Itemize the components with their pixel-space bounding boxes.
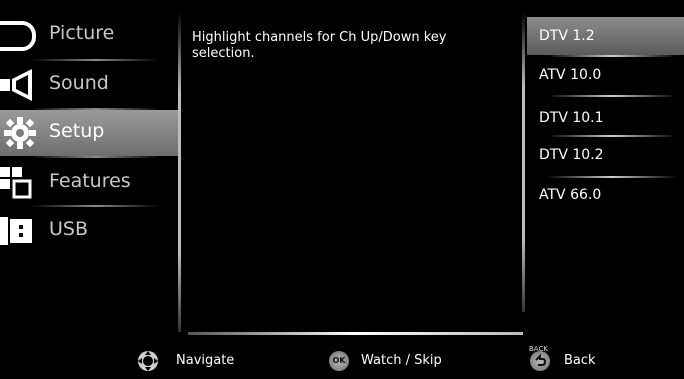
right-divider <box>522 12 525 312</box>
channel-label: DTV 1.2 <box>539 28 595 44</box>
sidebar-item-label: Sound <box>49 72 109 94</box>
channel-list: DTV 1.2 ATV 10.0 DTV 10.1 DTV 10.2 ATV 6… <box>527 15 684 333</box>
help-text: Highlight channels for Ch Up/Down key se… <box>192 30 447 61</box>
sidebar-item-sound[interactable]: Sound <box>0 62 180 108</box>
picture-icon <box>0 21 36 51</box>
channel-label: ATV 10.0 <box>539 67 602 83</box>
back-label: Back <box>564 353 596 368</box>
usb-icon <box>0 217 32 245</box>
divider <box>30 156 160 158</box>
speaker-icon <box>0 69 32 101</box>
content-underline <box>188 332 523 335</box>
sidebar-item-picture[interactable]: Picture <box>0 12 180 58</box>
back-icon <box>530 351 550 371</box>
gear-icon <box>4 117 36 149</box>
channel-item[interactable]: ATV 10.0 <box>527 56 684 94</box>
sidebar-item-label: USB <box>49 218 89 240</box>
sidebar-item-setup[interactable]: Setup <box>0 110 180 156</box>
footer-hints: Navigate OK Watch / Skip BACK Back <box>0 345 684 377</box>
ok-icon-text: OK <box>332 356 346 365</box>
settings-sidebar: Picture Sound Setup Features USB <box>0 12 180 334</box>
watch-skip-label: Watch / Skip <box>361 353 442 368</box>
sidebar-item-features[interactable]: Features <box>0 160 180 206</box>
channel-item[interactable]: ATV 66.0 <box>527 176 684 214</box>
sidebar-item-label: Setup <box>49 120 105 142</box>
divider <box>547 95 677 97</box>
divider <box>30 205 160 207</box>
sidebar-item-label: Features <box>49 170 131 192</box>
sidebar-item-usb[interactable]: USB <box>0 208 180 254</box>
navigate-dpad-icon <box>138 351 158 371</box>
channel-label: ATV 66.0 <box>539 187 602 203</box>
navigate-label: Navigate <box>176 353 235 368</box>
ok-button-icon: OK <box>329 351 349 371</box>
channel-item[interactable]: DTV 10.1 <box>527 99 684 137</box>
return-arrow-icon <box>535 353 547 366</box>
channel-item[interactable]: DTV 10.2 <box>527 136 684 174</box>
divider <box>30 59 160 61</box>
channel-label: DTV 10.1 <box>539 110 604 126</box>
channel-label: DTV 10.2 <box>539 147 604 163</box>
sidebar-item-label: Picture <box>49 22 115 44</box>
channel-item[interactable]: DTV 1.2 <box>527 17 684 55</box>
left-divider <box>178 12 181 332</box>
features-icon <box>0 167 32 199</box>
